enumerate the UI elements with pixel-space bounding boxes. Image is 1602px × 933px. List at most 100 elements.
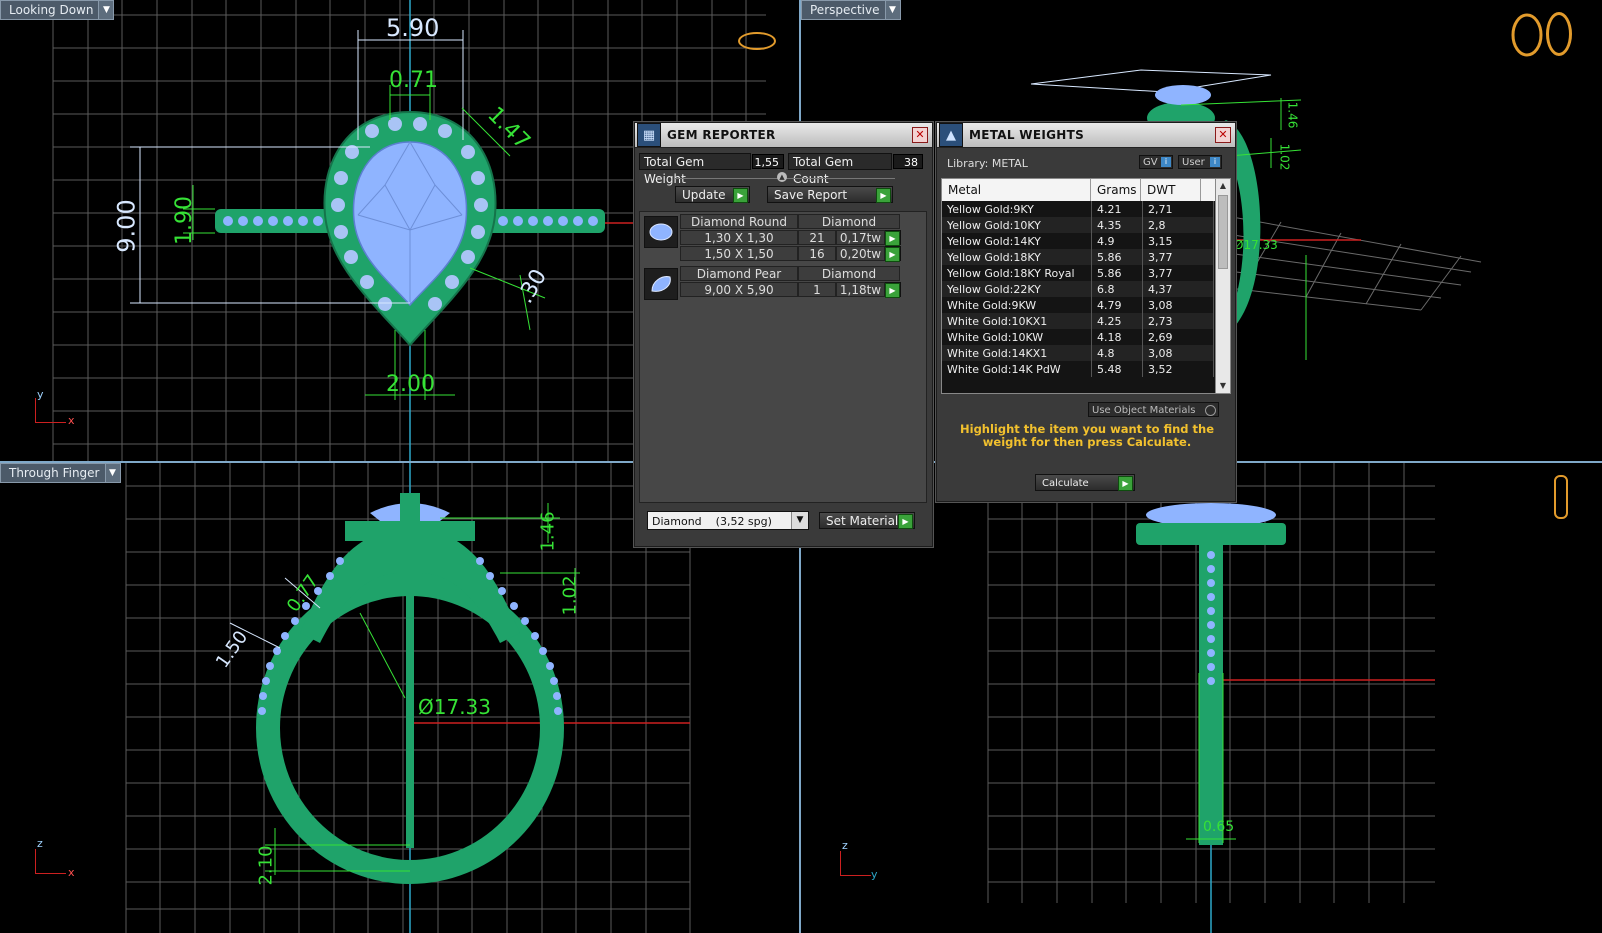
metal-weights-title: METAL WEIGHTS xyxy=(969,128,1085,142)
viewport-label-looking-down[interactable]: Looking Down ▼ xyxy=(0,0,115,20)
dimension-label: 1.46 xyxy=(537,511,559,552)
gem-weight: 1,18tw xyxy=(836,282,885,297)
scrollbar-thumb[interactable] xyxy=(1218,195,1228,269)
diamond-pear-icon xyxy=(644,268,678,300)
dimension-label: 1.02 xyxy=(1277,143,1292,171)
gem-weight: 0,20tw xyxy=(836,246,885,261)
table-row[interactable]: White Gold:9KW 4.79 3,08 xyxy=(942,297,1214,313)
table-row[interactable]: Yellow Gold:18KY Royal 5.86 3,77 xyxy=(942,265,1214,281)
dimension-label: 0.65 xyxy=(1203,819,1235,835)
update-button[interactable]: Update ▶ xyxy=(675,186,750,203)
save-report-button[interactable]: Save Report ▶ xyxy=(767,186,893,203)
table-row[interactable]: Yellow Gold:9KY 4.21 2,71 xyxy=(942,201,1214,217)
viewport-label-text: Perspective xyxy=(810,3,880,17)
metal-dwt: 2,73 xyxy=(1142,313,1214,329)
calculate-hint: Highlight the item you want to find the … xyxy=(960,422,1214,449)
metal-table-body: Yellow Gold:9KY 4.21 2,71 Yellow Gold:10KY… xyxy=(942,201,1214,377)
gem-report-icon: ▦ xyxy=(637,123,661,147)
gem-size: 1,50 X 1,50 xyxy=(680,246,798,261)
table-row[interactable]: Yellow Gold:22KY 6.8 4,37 xyxy=(942,281,1214,297)
viewport-label-through-finger[interactable]: Through Finger ▼ xyxy=(0,463,121,483)
select-gems-button[interactable]: ▶ xyxy=(885,246,901,262)
metal-grams: 4.18 xyxy=(1091,329,1143,345)
material-select[interactable]: Diamond (3,52 spg) ▼ xyxy=(647,511,809,530)
viewport-label-perspective[interactable]: Perspective ▼ xyxy=(801,0,901,20)
metal-grams: 4.35 xyxy=(1091,217,1143,233)
use-object-materials-toggle[interactable]: Use Object Materials xyxy=(1088,402,1219,417)
metal-name: Yellow Gold:18KY Royal xyxy=(942,265,1092,281)
metal-grams: 5.86 xyxy=(1091,265,1143,281)
gem-reporter-titlebar[interactable]: ▦ GEM REPORTER ✕ xyxy=(635,123,932,148)
close-icon[interactable]: ✕ xyxy=(1215,127,1231,143)
metal-dwt: 3,08 xyxy=(1142,297,1214,313)
chevron-up-icon[interactable]: ▲ xyxy=(1216,179,1230,193)
diamond-round-icon xyxy=(644,216,678,248)
metal-grams: 6.8 xyxy=(1091,281,1143,297)
metal-grams: 5.48 xyxy=(1091,361,1143,377)
dimension-label: 1.46 xyxy=(1285,101,1300,129)
metal-name: Yellow Gold:18KY xyxy=(942,249,1092,265)
metal-name: White Gold:10KX1 xyxy=(942,313,1092,329)
ring-orientation-icon[interactable] xyxy=(1546,12,1572,56)
metal-name: White Gold:9KW xyxy=(942,297,1092,313)
save-report-label: Save Report xyxy=(774,188,848,202)
select-gems-button[interactable]: ▶ xyxy=(885,282,901,298)
metal-weights-titlebar[interactable]: ▲ METAL WEIGHTS ✕ xyxy=(937,123,1235,148)
gem-count: 1 xyxy=(798,282,836,297)
ring-side-icon[interactable] xyxy=(1554,475,1568,519)
viewport-label-text: Through Finger xyxy=(9,466,100,480)
metal-dwt: 3,08 xyxy=(1142,345,1214,361)
table-row[interactable]: Yellow Gold:18KY 5.86 3,77 xyxy=(942,249,1214,265)
user-label: User xyxy=(1182,157,1205,168)
gem-list-area: Diamond Round Diamond 1,30 X 1,30 21 0,1… xyxy=(639,211,927,503)
column-header-metal[interactable]: Metal xyxy=(942,179,1091,201)
chevron-down-icon[interactable]: ▼ xyxy=(884,1,900,19)
metal-dwt: 3,77 xyxy=(1142,249,1214,265)
metal-name: Yellow Gold:14KY xyxy=(942,233,1092,249)
gv-toggle[interactable]: GV i xyxy=(1139,155,1173,169)
table-row[interactable]: Yellow Gold:14KY 4.9 3,15 xyxy=(942,233,1214,249)
table-row[interactable]: White Gold:14KX1 4.8 3,08 xyxy=(942,345,1214,361)
metal-table: Metal Grams DWT Yellow Gold:9KY 4.21 2,71 … xyxy=(941,178,1231,394)
metal-name: White Gold:10KW xyxy=(942,329,1092,345)
play-arrow-icon: ▶ xyxy=(876,188,891,203)
calculate-label: Calculate xyxy=(1042,478,1089,489)
chevron-down-icon[interactable]: ▼ xyxy=(791,512,808,529)
metal-name: Yellow Gold:9KY xyxy=(942,201,1092,217)
table-row[interactable]: White Gold:10KW 4.18 2,69 xyxy=(942,329,1214,345)
play-arrow-icon: ▶ xyxy=(885,247,900,262)
gem-group-material: Diamond xyxy=(798,214,900,229)
column-header-dwt[interactable]: DWT xyxy=(1141,179,1201,201)
metal-table-scrollbar[interactable]: ▲ ▼ xyxy=(1215,179,1230,393)
metal-name: Yellow Gold:10KY xyxy=(942,217,1092,233)
table-row[interactable]: White Gold:10KX1 4.25 2,73 xyxy=(942,313,1214,329)
chevron-down-icon[interactable]: ▼ xyxy=(98,1,114,19)
info-icon: i xyxy=(1210,157,1220,167)
viewport-label-text: Looking Down xyxy=(9,3,94,17)
select-gems-button[interactable]: ▶ xyxy=(885,230,901,246)
play-arrow-icon: ▶ xyxy=(1118,476,1133,491)
total-gem-count-value: 38 xyxy=(893,154,923,169)
metal-grams: 4.79 xyxy=(1091,297,1143,313)
table-row[interactable]: White Gold:14K PdW 5.48 3,52 xyxy=(942,361,1214,377)
metal-grams: 4.25 xyxy=(1091,313,1143,329)
calculate-button[interactable]: Calculate ▶ xyxy=(1035,474,1135,491)
radio-icon xyxy=(1205,405,1216,416)
chevron-down-icon[interactable]: ▼ xyxy=(1216,379,1230,393)
metal-grams: 4.21 xyxy=(1091,201,1143,217)
close-icon[interactable]: ✕ xyxy=(912,127,928,143)
dimension-label: 5.90 xyxy=(386,14,440,42)
info-icon: i xyxy=(1161,157,1171,167)
chevron-up-icon[interactable]: ▲ xyxy=(777,172,787,182)
total-gem-weight-value: 1,55 xyxy=(752,154,784,169)
dimension-label: 2.10 xyxy=(255,845,277,886)
user-toggle[interactable]: User i xyxy=(1178,155,1222,169)
gem-count: 21 xyxy=(798,230,836,245)
metal-weights-panel: ▲ METAL WEIGHTS ✕ Library: METAL GV i Us… xyxy=(936,122,1236,502)
column-header-grams[interactable]: Grams xyxy=(1091,179,1141,201)
set-material-button[interactable]: Set Material ▶ xyxy=(819,512,915,529)
chevron-down-icon[interactable]: ▼ xyxy=(104,464,120,482)
dimension-label: 0.71 xyxy=(389,68,438,93)
table-row[interactable]: Yellow Gold:10KY 4.35 2,8 xyxy=(942,217,1214,233)
ring-thumbnail-icon[interactable] xyxy=(738,32,776,50)
